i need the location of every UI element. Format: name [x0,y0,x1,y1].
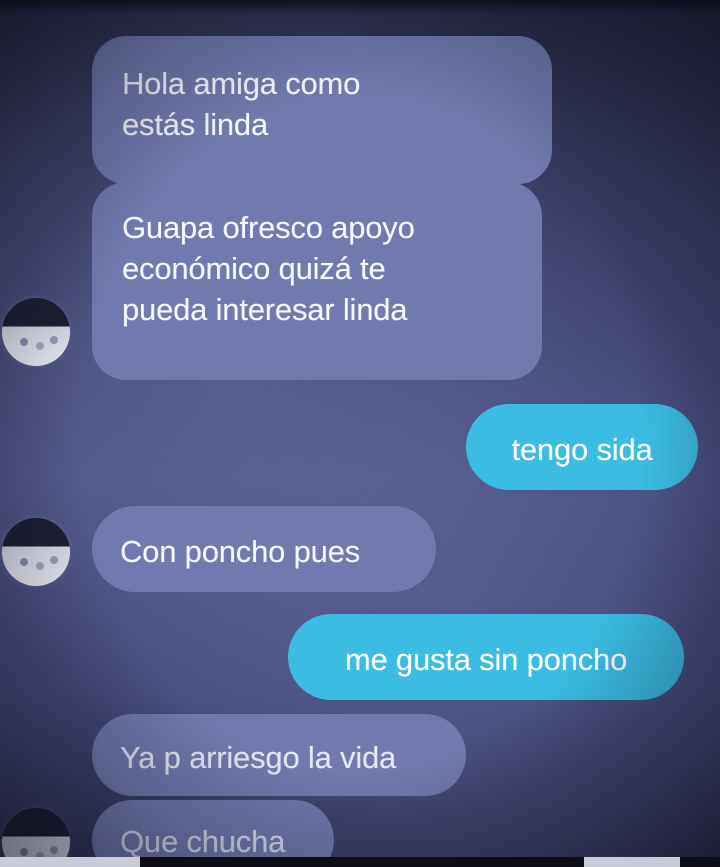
status-bar-edge [0,0,720,14]
chat-screen: Hola amiga como estás linda Guapa ofresc… [0,0,720,867]
incoming-message-bubble[interactable]: Hola amiga como estás linda [92,36,552,184]
incoming-message-bubble[interactable]: Ya p arriesgo la vida [92,714,466,796]
screen-bottom-gap [0,857,140,867]
incoming-message-bubble[interactable]: Guapa ofresco apoyo económico quizá te p… [92,182,542,380]
incoming-message-bubble[interactable]: Con poncho pues [92,506,436,592]
contact-avatar-icon[interactable] [2,518,70,586]
contact-avatar-icon[interactable] [2,298,70,366]
outgoing-message-bubble[interactable]: tengo sida [466,404,698,490]
screen-bottom-gap [584,857,680,867]
outgoing-message-bubble[interactable]: me gusta sin poncho [288,614,684,700]
